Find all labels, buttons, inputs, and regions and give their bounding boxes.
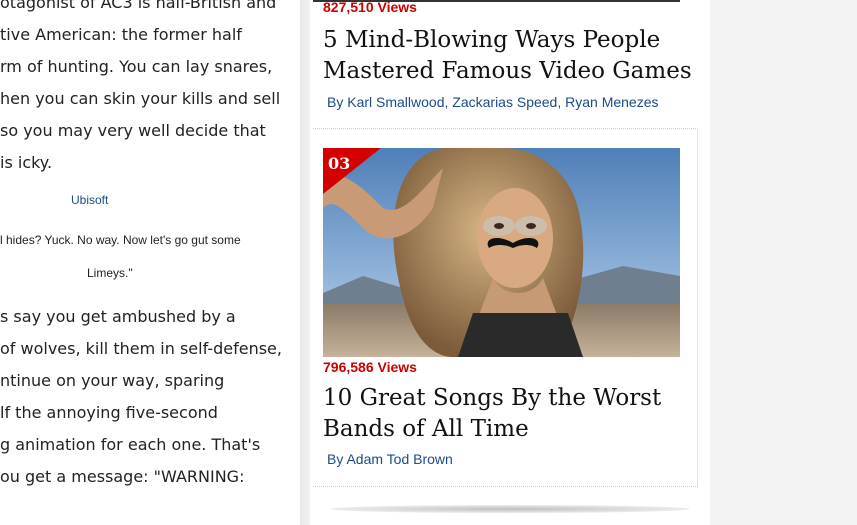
column-gutter	[300, 0, 310, 525]
author-link[interactable]: Ryan Menezes	[565, 94, 658, 110]
byline: By Karl Smallwood, Zackarias Speed, Ryan…	[327, 94, 659, 110]
article-line: ntinue on your way, sparing	[0, 371, 225, 390]
article-line: tive American: the former half	[0, 25, 242, 44]
caption-quote-line: Limeys."	[87, 266, 133, 280]
item-divider	[313, 486, 698, 488]
article-line: of wolves, kill them in self-defense,	[0, 339, 282, 358]
article-line: so you may very well decide that	[0, 121, 266, 140]
article-title-link[interactable]: 10 Great Songs By the Worst Bands of All…	[323, 383, 698, 445]
rank-number: 03	[328, 154, 351, 173]
article-line: s say you get ambushed by a	[0, 307, 236, 326]
caption-quote-line: l hides? Yuck. No way. Now let's go gut …	[0, 233, 241, 247]
article-line: g animation for each one. That's	[0, 435, 261, 454]
article-line: lf the annoying five-second	[0, 403, 218, 422]
article-thumbnail[interactable]: 03	[323, 148, 680, 357]
author-link[interactable]: Adam Tod Brown	[346, 451, 452, 467]
author-link[interactable]: Karl Smallwood	[347, 94, 444, 110]
card-shadow	[330, 505, 690, 513]
byline: By Adam Tod Brown	[327, 451, 453, 467]
view-count: 827,510 Views	[323, 0, 417, 15]
article-line: is icky.	[0, 153, 53, 172]
article-line: ou get a message: "WARNING:	[0, 467, 245, 486]
author-link[interactable]: Zackarias Speed	[452, 94, 557, 110]
article-line: rm of hunting. You can lay snares,	[0, 57, 273, 76]
article-title-link[interactable]: 5 Mind-Blowing Ways People Mastered Famo…	[323, 25, 698, 87]
page-background	[710, 0, 857, 525]
article-body: otagonist of AC3 is half-British and tiv…	[0, 0, 300, 525]
view-count: 796,586 Views	[323, 359, 417, 375]
image-credit-link[interactable]: Ubisoft	[71, 193, 108, 207]
item-divider	[313, 128, 698, 130]
article-line: otagonist of AC3 is half-British and	[0, 0, 277, 12]
article-line: hen you can skin your kills and sell	[0, 89, 281, 108]
